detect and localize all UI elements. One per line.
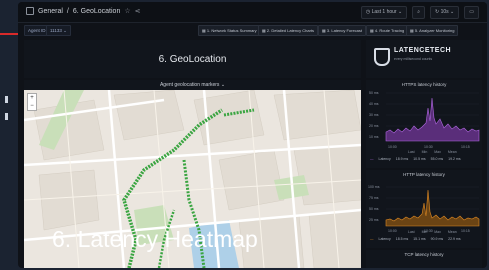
logo-name: LATENCETECH [394, 47, 452, 54]
x-tick: 10:00 [388, 229, 397, 233]
y-tick: 75 ms [369, 196, 379, 200]
variable-agent-select[interactable]: 11133 ⌄ [46, 25, 71, 36]
tcp-latency-panel: TCP latency history [366, 250, 482, 268]
y-tick: 50 ms [369, 207, 379, 211]
tab-route-tracing[interactable]: ▦ 4. Route Tracing [366, 25, 409, 36]
map-panel-title[interactable]: Agent geolocation markers ⌄ [24, 82, 361, 88]
https-latency-panel: HTTPS latency history 50 ms 40 ms 30 ms … [366, 80, 482, 168]
page-title: 6. GeoLocation [158, 54, 227, 65]
screenshot-frame: General / 6. GeoLocation ☆ ⋖ ◷ Last 1 ho… [0, 0, 489, 270]
x-tick: 10:15 [461, 229, 470, 233]
logo-icon [374, 48, 390, 66]
map-zoom-controls[interactable]: + − [27, 93, 37, 111]
http-panel-title: HTTP latency history [403, 172, 445, 177]
top-bar: General / 6. GeoLocation ☆ ⋖ ◷ Last 1 ho… [18, 2, 487, 23]
breadcrumb-section[interactable]: General [38, 8, 63, 15]
breadcrumb-dashboard[interactable]: 6. GeoLocation [73, 8, 120, 15]
dashboard-window: General / 6. GeoLocation ☆ ⋖ ◷ Last 1 ho… [18, 2, 487, 268]
y-tick: 50 ms [369, 91, 379, 95]
tab-latency-forecast[interactable]: ▦ 3. Latency Forecast [318, 25, 367, 36]
breadcrumb-separator: / [66, 7, 69, 15]
logo-tagline: every millisecond counts [394, 57, 433, 61]
refresh-button[interactable]: ↻ 10s ⌄ [430, 6, 460, 19]
tab-analyzer-monitoring[interactable]: ▦ 5. Analyzer Monitoring [406, 25, 459, 36]
y-tick: 40 ms [369, 102, 379, 106]
https-latency-chart[interactable]: 50 ms 40 ms 30 ms 20 ms 10 ms 10:00 10:3… [366, 88, 482, 150]
http-legend-row[interactable]: — Latency 18.5 ms 15.1 ms 90.9 ms 22.9 m… [370, 237, 461, 241]
search-icon: ⌕ [417, 9, 421, 15]
share-icon[interactable]: ⋖ [135, 7, 141, 15]
toolbar: ◷ Last 1 hour ⌄ ⌕ ↻ 10s ⌄ ▭ [360, 6, 479, 19]
variables-bar: Agent ID 11133 ⌄ ▦ 1. Network Status Sum… [18, 23, 487, 36]
https-legend-row[interactable]: — Latency 18.9 ms 10.5 ms 55.0 ms 19.2 m… [370, 157, 461, 161]
tab-latency-charts[interactable]: ▦ 2. Detailed Latency Charts [258, 25, 319, 36]
zoom-in-button[interactable]: + [28, 94, 36, 102]
https-panel-title: HTTPS latency history [401, 82, 447, 87]
http-latency-panel: HTTP latency history 100 ms 75 ms 50 ms … [366, 170, 482, 248]
https-legend-header: Last Min Max Mean [408, 150, 457, 154]
y-tick: 100 ms [368, 185, 380, 189]
y-tick: 25 ms [369, 218, 379, 222]
map-panel: Agent geolocation markers ⌄ + − 6. Laten… [24, 80, 361, 268]
grid-icon [26, 7, 34, 15]
y-tick: 10 ms [369, 135, 379, 139]
time-range-picker[interactable]: ◷ Last 1 hour ⌄ [360, 6, 408, 19]
http-latency-area [385, 189, 480, 227]
https-latency-area [385, 97, 480, 142]
http-latency-chart[interactable]: 100 ms 75 ms 50 ms 25 ms 10:00 10:30 10:… [366, 178, 482, 234]
x-tick: 10:30 [424, 145, 433, 149]
frame-mark [5, 113, 8, 120]
x-tick: 10:15 [461, 145, 470, 149]
overlay-caption: 6. Latency Heatmap [52, 226, 258, 252]
tcp-panel-title: TCP latency history [404, 252, 444, 257]
tab-network-status[interactable]: ▦ 1. Network Status Summary [198, 25, 261, 36]
frame-mark [5, 96, 8, 103]
y-tick: 30 ms [369, 113, 379, 117]
logo-panel: LATENCETECH every millisecond counts [366, 40, 482, 78]
tv-mode-button[interactable]: ▭ [464, 6, 479, 19]
zoom-out-button[interactable]: − [28, 102, 36, 110]
title-panel: 6. GeoLocation [24, 40, 361, 78]
x-tick: 10:00 [388, 145, 397, 149]
breadcrumb: General / 6. GeoLocation ☆ ⋖ [26, 7, 141, 15]
zoom-out-button[interactable]: ⌕ [412, 6, 426, 19]
star-icon[interactable]: ☆ [124, 7, 130, 15]
y-tick: 20 ms [369, 124, 379, 128]
http-legend-header: Last Min Max Mean [408, 230, 457, 234]
monitor-icon: ▭ [469, 9, 474, 15]
